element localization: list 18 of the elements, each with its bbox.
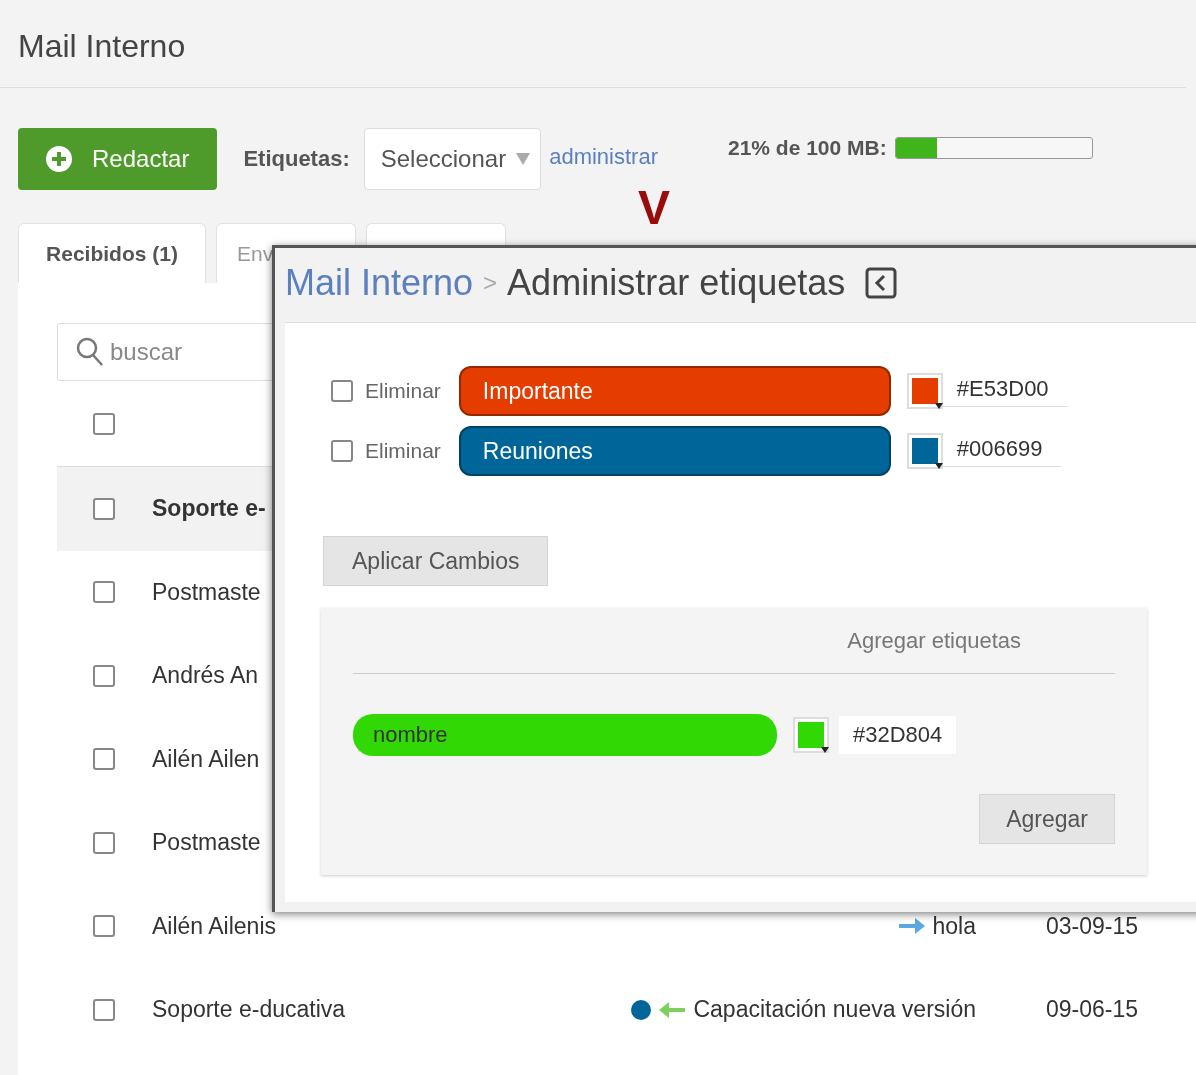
sender-name: Ailén Ailenis — [152, 912, 278, 940]
breadcrumb-separator: > — [483, 269, 498, 297]
delete-caption: Eliminar — [365, 439, 441, 463]
quota-text: 21% de 100 MB: — [727, 136, 887, 160]
annotation-mark: V — [638, 180, 670, 235]
sender-name: Ailén Ailen — [152, 745, 261, 773]
sender-name: Postmaste — [152, 829, 262, 857]
message-date: 09-06-15 — [1046, 996, 1140, 1024]
page-title: Mail Interno — [0, 0, 1186, 88]
labels-caption: Etiquetas: — [243, 146, 350, 172]
dialog-title: Administrar etiquetas — [507, 262, 846, 304]
sender-name: Soporte e- — [152, 495, 267, 523]
delete-caption: Eliminar — [365, 379, 441, 403]
sender-name: Andrés An — [152, 662, 260, 690]
sender-name: Soporte e-ducativa — [152, 996, 347, 1024]
message-date: 03-09-15 — [1046, 912, 1140, 940]
add-labels-heading: Agregar etiquetas — [353, 628, 1115, 674]
sender-name: Postmaste — [152, 578, 262, 606]
